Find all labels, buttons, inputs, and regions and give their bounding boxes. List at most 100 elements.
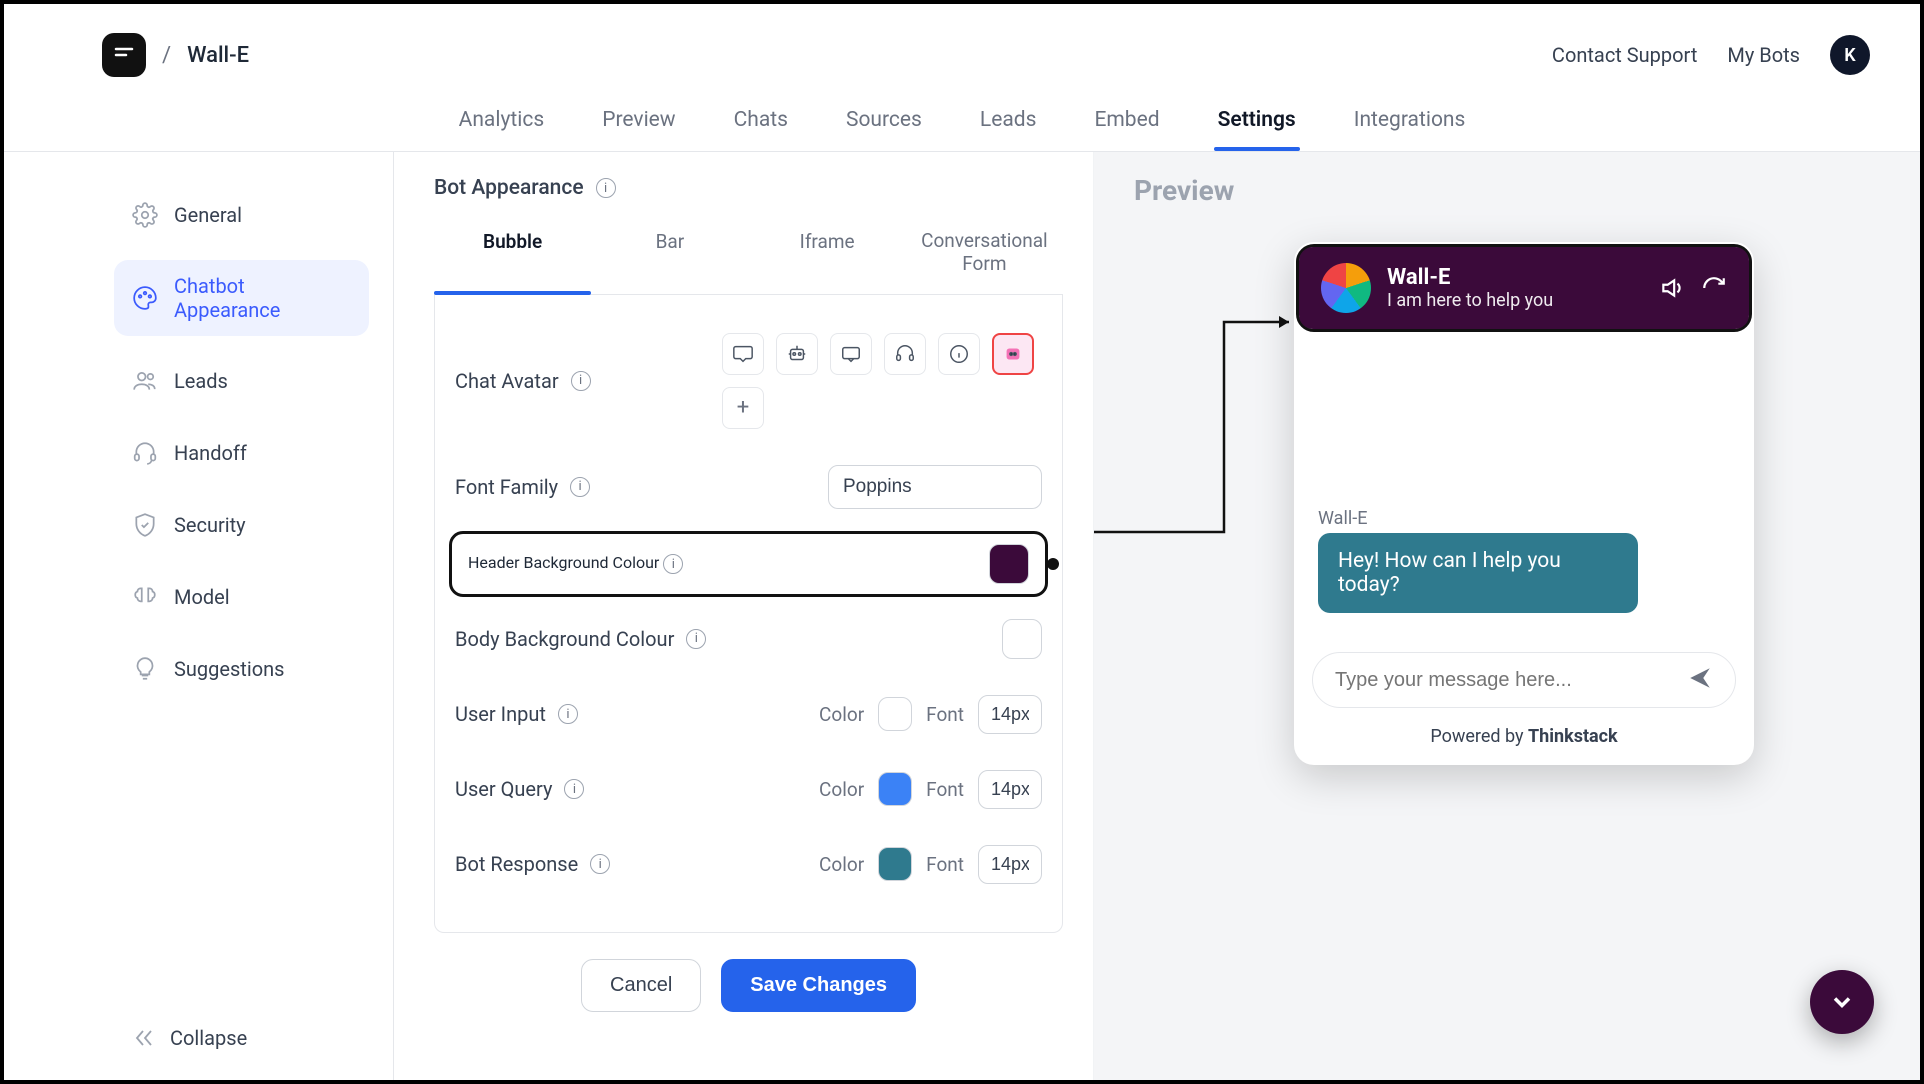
avatar-option-info[interactable] — [938, 333, 980, 375]
font-label: Font — [926, 778, 964, 801]
chat-widget-preview: Wall-E I am here to help you Wall-E Hey!… — [1294, 242, 1754, 765]
powered-by: Powered by Thinkstack — [1294, 726, 1754, 765]
tab-integrations[interactable]: Integrations — [1350, 90, 1470, 150]
sidebar-item-label: Handoff — [174, 441, 247, 465]
settings-sidebar: General Chatbot Appearance Leads Handoff… — [4, 152, 394, 1080]
appearance-editor: Bot Appearance i Bubble Bar Iframe Conve… — [394, 152, 1094, 1080]
app-logo[interactable] — [102, 33, 146, 77]
chat-bot-name: Wall-E — [1318, 508, 1730, 529]
bot-response-color-swatch[interactable] — [878, 847, 912, 881]
info-icon[interactable]: i — [571, 371, 591, 391]
section-title: Bot Appearance — [434, 176, 584, 200]
tab-preview[interactable]: Preview — [598, 90, 679, 150]
collapse-icon — [132, 1026, 156, 1050]
palette-icon — [132, 285, 158, 311]
avatar-option-speech[interactable] — [722, 333, 764, 375]
tab-chats[interactable]: Chats — [730, 90, 792, 150]
avatar-option-add[interactable]: + — [722, 387, 764, 429]
appearance-subtabs: Bubble Bar Iframe Conversational Form — [434, 218, 1063, 295]
sidebar-item-label: Security — [174, 513, 246, 537]
breadcrumb-separator: / — [162, 43, 171, 68]
sidebar-item-label: General — [174, 203, 242, 227]
chat-header-subtitle: I am here to help you — [1387, 290, 1643, 311]
collapse-sidebar-button[interactable]: Collapse — [114, 1016, 369, 1060]
user-query-font-input[interactable] — [978, 770, 1042, 809]
info-icon[interactable]: i — [558, 704, 578, 724]
body-bg-row: Body Background Colour i — [455, 601, 1042, 677]
color-label: Color — [819, 778, 864, 801]
breadcrumb-title: Wall-E — [187, 43, 249, 68]
bot-response-label: Bot Response — [455, 852, 578, 876]
user-input-label: User Input — [455, 702, 546, 726]
tab-leads[interactable]: Leads — [976, 90, 1041, 150]
header-bg-swatch[interactable] — [989, 544, 1029, 584]
bot-response-font-input[interactable] — [978, 845, 1042, 884]
info-icon[interactable]: i — [596, 178, 616, 198]
sidebar-item-leads[interactable]: Leads — [114, 354, 369, 408]
contact-support-link[interactable]: Contact Support — [1552, 43, 1697, 67]
users-icon — [132, 368, 158, 394]
user-input-font-input[interactable] — [978, 695, 1042, 734]
sidebar-item-label: Model — [174, 585, 230, 609]
lightbulb-icon — [132, 656, 158, 682]
sidebar-item-handoff[interactable]: Handoff — [114, 426, 369, 480]
body-bg-swatch[interactable] — [1002, 619, 1042, 659]
preview-pane: Preview Wall-E I am here to help you — [1094, 152, 1920, 1080]
info-icon[interactable]: i — [663, 554, 683, 574]
tab-settings[interactable]: Settings — [1214, 90, 1300, 150]
chat-input-row[interactable] — [1312, 652, 1736, 708]
header-bg-row: Header Background Colour i — [449, 531, 1048, 597]
avatar-option-robot[interactable] — [776, 333, 818, 375]
connector-arrow-icon — [1094, 282, 1314, 542]
subtab-bubble[interactable]: Bubble — [434, 218, 591, 294]
tab-analytics[interactable]: Analytics — [455, 90, 549, 150]
headset-icon — [132, 440, 158, 466]
sound-icon[interactable] — [1659, 275, 1685, 301]
font-family-input[interactable] — [828, 465, 1042, 509]
font-label: Font — [926, 703, 964, 726]
info-icon[interactable]: i — [570, 477, 590, 497]
tab-sources[interactable]: Sources — [842, 90, 926, 150]
sidebar-item-security[interactable]: Security — [114, 498, 369, 552]
sidebar-item-appearance[interactable]: Chatbot Appearance — [114, 260, 369, 336]
send-icon[interactable] — [1687, 665, 1713, 695]
chat-header-title: Wall-E — [1387, 265, 1643, 290]
refresh-icon[interactable] — [1701, 275, 1727, 301]
sidebar-item-general[interactable]: General — [114, 188, 369, 242]
sidebar-item-label: Chatbot Appearance — [174, 274, 351, 322]
chat-message: Hey! How can I help you today? — [1318, 533, 1638, 613]
cancel-button[interactable]: Cancel — [581, 959, 701, 1012]
user-query-row: User Query i Color Font — [455, 752, 1042, 827]
user-query-color-swatch[interactable] — [878, 772, 912, 806]
user-input-color-swatch[interactable] — [878, 697, 912, 731]
brain-icon — [132, 584, 158, 610]
subtab-bar[interactable]: Bar — [591, 218, 748, 294]
chat-avatar-row: Chat Avatar i + — [455, 315, 1042, 447]
font-label: Font — [926, 853, 964, 876]
info-icon[interactable]: i — [564, 779, 584, 799]
info-icon[interactable]: i — [686, 629, 706, 649]
sidebar-item-model[interactable]: Model — [114, 570, 369, 624]
user-input-row: User Input i Color Font — [455, 677, 1042, 752]
chat-header: Wall-E I am here to help you — [1299, 247, 1749, 329]
font-family-row: Font Family i — [455, 447, 1042, 527]
sidebar-item-suggestions[interactable]: Suggestions — [114, 642, 369, 696]
color-label: Color — [819, 703, 864, 726]
chat-fab[interactable] — [1810, 970, 1874, 1034]
subtab-iframe[interactable]: Iframe — [749, 218, 906, 294]
my-bots-link[interactable]: My Bots — [1727, 43, 1800, 67]
tab-embed[interactable]: Embed — [1090, 90, 1163, 150]
subtab-conv-form[interactable]: Conversational Form — [906, 218, 1063, 294]
preview-title: Preview — [1134, 174, 1880, 207]
user-avatar[interactable]: K — [1830, 35, 1870, 75]
gear-icon — [132, 202, 158, 228]
avatar-option-chat[interactable] — [830, 333, 872, 375]
avatar-option-custom[interactable] — [992, 333, 1034, 375]
info-icon[interactable]: i — [590, 854, 610, 874]
chat-input[interactable] — [1335, 669, 1687, 692]
topbar: / Wall-E Contact Support My Bots K — [4, 4, 1920, 88]
save-button[interactable]: Save Changes — [721, 959, 916, 1012]
connector-dot — [1047, 558, 1059, 570]
chat-avatar-label: Chat Avatar — [455, 369, 559, 393]
avatar-option-headset[interactable] — [884, 333, 926, 375]
